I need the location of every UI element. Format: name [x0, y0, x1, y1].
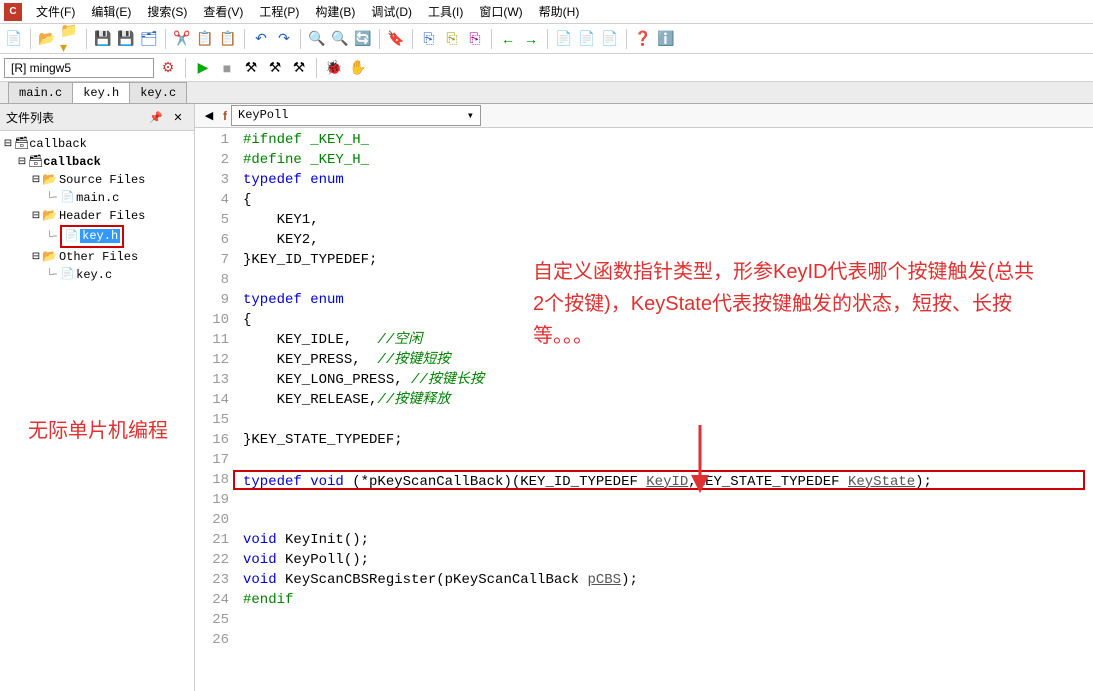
line-gutter: 12345678 910111213141516 171819202122232…	[195, 130, 235, 691]
tree-file-main-c[interactable]: └╴ 📄 main.c	[2, 189, 192, 207]
bookmark-icon[interactable]: 🔖	[386, 29, 406, 49]
menu-project[interactable]: 工程(P)	[251, 1, 307, 22]
paste-icon[interactable]: 📋	[218, 29, 238, 49]
copy-icon[interactable]: 📋	[195, 29, 215, 49]
tree-project[interactable]: ⊟ 🗃 callback	[2, 153, 192, 171]
toolbar-main: 📄 📂 📁▾ 💾 💾 🗂 ✂️ 📋 📋 ↶ ↷ 🔍 🔍 🔄 🔖 ⎘ ⎘ ⎘ ← …	[0, 24, 1093, 54]
file-icon: 📄	[64, 231, 78, 243]
file-icon: 📄	[60, 266, 74, 284]
tree-file-key-h[interactable]: └╴ 📄key.h	[2, 225, 192, 248]
stop-icon[interactable]: ■	[217, 58, 237, 78]
tool-b-icon[interactable]: 📄	[577, 29, 597, 49]
symbol-bar: ◀ f KeyPoll ▾	[195, 104, 1093, 128]
collapse-icon[interactable]: ⊟	[30, 248, 42, 266]
back-icon[interactable]: ←	[498, 29, 518, 49]
symbol-dropdown[interactable]: KeyPoll ▾	[231, 105, 481, 126]
tree-file-key-c[interactable]: └╴ 📄 key.c	[2, 266, 192, 284]
code-editor[interactable]: 12345678 910111213141516 171819202122232…	[195, 128, 1093, 691]
find-icon[interactable]: 🔍	[307, 29, 327, 49]
menu-search[interactable]: 搜索(S)	[139, 1, 195, 22]
build-icon[interactable]: ⚒	[265, 58, 285, 78]
nav-back-icon[interactable]: ◀	[199, 106, 219, 126]
cut-icon[interactable]: ✂️	[172, 29, 192, 49]
save-all-icon[interactable]: 💾	[116, 29, 136, 49]
debug-icon[interactable]: 🐞	[324, 58, 344, 78]
tool-a-icon[interactable]: 📄	[554, 29, 574, 49]
function-icon: f	[223, 109, 227, 123]
collapse-icon[interactable]: ⊟	[2, 135, 14, 153]
menu-help[interactable]: 帮助(H)	[531, 1, 588, 22]
close-panel-icon[interactable]: ✕	[168, 107, 188, 127]
folder-icon: 📂	[42, 248, 57, 266]
app-icon: C	[4, 3, 22, 21]
goto-decl-icon[interactable]: ⎘	[465, 29, 485, 49]
sidebar-header: 文件列表 📌 ✕	[0, 104, 194, 131]
menu-view[interactable]: 查看(V)	[195, 1, 251, 22]
collapse-icon[interactable]: ⊟	[30, 207, 42, 225]
tree-other-folder[interactable]: ⊟ 📂 Other Files	[2, 248, 192, 266]
editor-area: ◀ f KeyPoll ▾ 12345678 910111213141516 1…	[195, 104, 1093, 691]
config-select[interactable]: [R] mingw5	[4, 58, 154, 78]
save-multi-icon[interactable]: 🗂	[139, 29, 159, 49]
config-icon[interactable]: ⚙	[158, 58, 178, 78]
help-icon[interactable]: ❓	[633, 29, 653, 49]
menu-window[interactable]: 窗口(W)	[471, 1, 530, 22]
tab-key-h[interactable]: key.h	[72, 82, 130, 103]
sidebar: 文件列表 📌 ✕ ⊟ 🗃 callback ⊟ 🗃 callback ⊟ 📂	[0, 104, 195, 691]
file-tabs: main.c key.h key.c	[0, 82, 1093, 104]
menu-tools[interactable]: 工具(I)	[420, 1, 471, 22]
workspace-icon: 🗃	[14, 135, 29, 153]
goto-icon[interactable]: ⎘	[419, 29, 439, 49]
menu-build[interactable]: 构建(B)	[307, 1, 363, 22]
save-icon[interactable]: 💾	[93, 29, 113, 49]
about-icon[interactable]: ℹ️	[656, 29, 676, 49]
redo-icon[interactable]: ↷	[274, 29, 294, 49]
main-area: 文件列表 📌 ✕ ⊟ 🗃 callback ⊟ 🗃 callback ⊟ 📂	[0, 104, 1093, 691]
toolbar-config: [R] mingw5 ⚙ ▶ ■ ⚒ ⚒ ⚒ 🐞 ✋	[0, 54, 1093, 82]
find-files-icon[interactable]: 🔍	[330, 29, 350, 49]
menu-file[interactable]: 文件(F)	[28, 1, 83, 22]
project-tree: ⊟ 🗃 callback ⊟ 🗃 callback ⊟ 📂 Source Fil…	[0, 131, 194, 288]
replace-icon[interactable]: 🔄	[353, 29, 373, 49]
menubar: C 文件(F) 编辑(E) 搜索(S) 查看(V) 工程(P) 构建(B) 调试…	[0, 0, 1093, 24]
tab-key-c[interactable]: key.c	[129, 82, 187, 103]
goto-def-icon[interactable]: ⎘	[442, 29, 462, 49]
open-icon[interactable]: 📂	[37, 29, 57, 49]
sidebar-title: 文件列表	[6, 109, 54, 126]
menu-edit[interactable]: 编辑(E)	[83, 1, 139, 22]
tree-source-folder[interactable]: ⊟ 📂 Source Files	[2, 171, 192, 189]
folder-icon: 📂	[42, 207, 57, 225]
undo-icon[interactable]: ↶	[251, 29, 271, 49]
code-lines[interactable]: #ifndef _KEY_H_ #define _KEY_H_ typedef …	[235, 130, 1093, 691]
pin-icon[interactable]: 📌	[146, 107, 166, 127]
compile-icon[interactable]: ⚒	[241, 58, 261, 78]
file-icon: 📄	[60, 189, 74, 207]
tree-root[interactable]: ⊟ 🗃 callback	[2, 135, 192, 153]
menu-debug[interactable]: 调试(D)	[363, 1, 420, 22]
rebuild-icon[interactable]: ⚒	[289, 58, 309, 78]
debug-stop-icon[interactable]: ✋	[348, 58, 368, 78]
highlighted-line: typedef void (*pKeyScanCallBack)(KEY_ID_…	[233, 470, 1085, 490]
collapse-icon[interactable]: ⊟	[30, 171, 42, 189]
forward-icon[interactable]: →	[521, 29, 541, 49]
folder-icon: 📂	[42, 171, 57, 189]
tab-main-c[interactable]: main.c	[8, 82, 73, 103]
project-icon: 🗃	[28, 153, 43, 171]
open-dropdown-icon[interactable]: 📁▾	[60, 29, 80, 49]
run-icon[interactable]: ▶	[193, 58, 213, 78]
collapse-icon[interactable]: ⊟	[16, 153, 28, 171]
tree-header-folder[interactable]: ⊟ 📂 Header Files	[2, 207, 192, 225]
chevron-down-icon: ▾	[467, 108, 474, 123]
new-file-icon[interactable]: 📄	[4, 29, 24, 49]
tool-c-icon[interactable]: 📄	[600, 29, 620, 49]
